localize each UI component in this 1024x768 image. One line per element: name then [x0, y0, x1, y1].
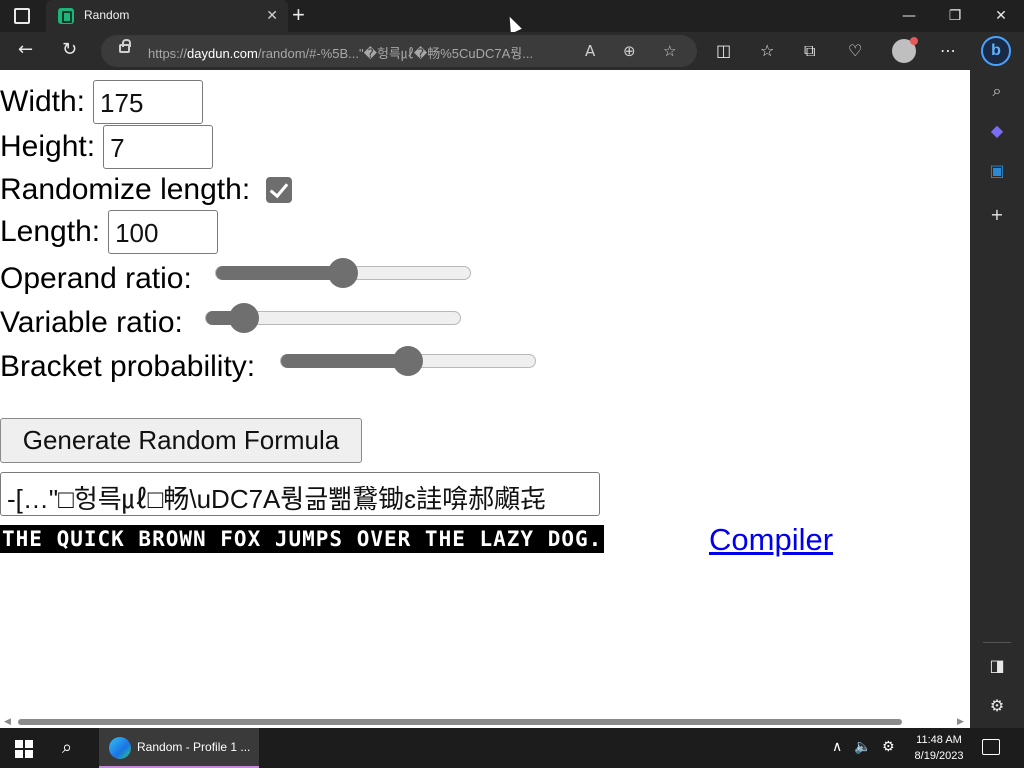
page-content: Width: 175 Height: 7 Randomize length: Len… [0, 70, 970, 716]
lock-icon[interactable] [119, 39, 131, 53]
variable-ratio-slider[interactable] [205, 303, 461, 333]
tab-actions-icon[interactable] [14, 8, 30, 24]
search-icon[interactable]: ⌕ [986, 80, 1008, 102]
length-input[interactable]: 100 [108, 210, 219, 254]
length-row: Length: 100 [0, 210, 219, 254]
variable-ratio-label: Variable ratio: [0, 306, 183, 340]
settings-icon[interactable]: ⚙ [986, 695, 1008, 717]
edge-sidebar: ⌕ ◆ ▣ + ◨ ⚙ [970, 70, 1024, 728]
tray-settings-icon[interactable]: ⚙ [882, 739, 895, 755]
randomize-label: Randomize length: [0, 173, 251, 207]
refresh-icon[interactable]: ↻ [62, 40, 77, 60]
taskbar-search-icon[interactable]: ⌕ [62, 737, 72, 758]
url-text: https://daydun.com/random/#-%5B..."�헝륵㎕�… [148, 43, 568, 62]
new-tab-button[interactable]: + [292, 3, 305, 27]
profile-avatar[interactable] [892, 37, 918, 63]
taskbar-app-label: Random - Profile 1 ... [137, 740, 251, 754]
operand-ratio-slider[interactable] [215, 258, 471, 288]
windows-taskbar: ⌕ Random - Profile 1 ... ∧ 🔈 ⚙ 11:48 AM … [0, 728, 1024, 768]
read-aloud-icon[interactable]: A [585, 42, 595, 60]
clock-time: 11:48 AM [916, 734, 962, 746]
copilot-icon[interactable]: ◆ [986, 120, 1008, 142]
add-icon[interactable]: + [986, 204, 1008, 226]
scrollbar-thumb[interactable] [18, 719, 902, 725]
width-label: Width: [0, 85, 86, 118]
favorites-icon[interactable]: ☆ [760, 41, 774, 61]
url-prefix: https:// [148, 46, 188, 61]
back-icon[interactable]: ← [18, 40, 33, 60]
font-preview-pangram: THE QUICK BROWN FOX JUMPS OVER THE LAZY … [0, 525, 605, 553]
address-bar[interactable]: https://daydun.com/random/#-%5B..."�헝륵㎕�… [101, 35, 697, 67]
browser-toolbar: ← ↻ https://daydun.com/random/#-%5B..."�… [0, 32, 1024, 70]
width-row: Width: 175 [0, 80, 204, 124]
edge-icon [109, 737, 131, 759]
site-favicon-icon [58, 8, 74, 24]
operand-ratio-thumb[interactable] [328, 258, 358, 288]
compiler-link[interactable]: Compiler [709, 522, 833, 558]
mouse-cursor-icon [504, 14, 522, 34]
sidebar-divider [983, 642, 1011, 643]
zoom-icon[interactable]: ⊕ [623, 42, 636, 60]
horizontal-scrollbar[interactable]: ◀ ▶ [0, 716, 970, 728]
bracket-probability-label: Bracket probability: [0, 350, 256, 384]
generate-formula-button[interactable]: Generate Random Formula [0, 418, 362, 463]
clock-date: 8/19/2023 [914, 750, 964, 762]
taskbar-clock[interactable]: 11:48 AM 8/19/2023 [906, 732, 972, 764]
operand-ratio-row: Operand ratio: [0, 261, 192, 296]
length-label: Length: [0, 215, 101, 248]
bracket-probability-slider[interactable] [280, 346, 536, 376]
tab-title: Random [84, 8, 130, 22]
height-input[interactable]: 7 [103, 125, 214, 169]
operand-ratio-label: Operand ratio: [0, 262, 192, 296]
notification-icon[interactable] [982, 739, 1000, 755]
randomize-row: Randomize length: [0, 172, 293, 207]
taskbar-edge-app[interactable]: Random - Profile 1 ... [99, 728, 259, 768]
collections-icon[interactable]: ⧉ [804, 41, 815, 61]
tray-overflow-icon[interactable]: ∧ [832, 739, 842, 755]
title-bar: Random ✕ + — ❐ ✕ [0, 0, 1024, 34]
bracket-probability-row: Bracket probability: [0, 349, 255, 384]
height-row: Height: 7 [0, 125, 214, 169]
width-input[interactable]: 175 [93, 80, 204, 124]
variable-ratio-thumb[interactable] [229, 303, 259, 333]
height-label: Height: [0, 130, 96, 163]
restore-button[interactable]: ❐ [945, 6, 965, 26]
browser-tab[interactable]: Random ✕ [46, 0, 288, 32]
formula-output-field[interactable]: -[…"□헝륵㎕□畅\uDC7A뤙긂뾂鵞锄ɛ詿啽郝顑㐂 [0, 472, 600, 516]
scroll-left-icon[interactable]: ◀ [4, 716, 11, 728]
close-window-button[interactable]: ✕ [991, 6, 1011, 26]
bracket-probability-thumb[interactable] [393, 346, 423, 376]
operand-ratio-fill [216, 266, 343, 280]
bracket-probability-fill [281, 354, 408, 368]
url-domain: daydun.com [187, 46, 258, 61]
url-path: /random/#-%5B..."�헝륵㎕�畅%5CuDC7A뤙... [257, 46, 534, 61]
windows-start-icon[interactable] [15, 740, 33, 758]
bing-copilot-icon[interactable]: b [981, 36, 1011, 66]
variable-ratio-row: Variable ratio: [0, 305, 183, 340]
more-options-icon[interactable]: ⋯ [940, 41, 956, 61]
split-screen-icon[interactable]: ◫ [716, 41, 731, 61]
scroll-right-icon[interactable]: ▶ [957, 716, 964, 728]
randomize-checkbox[interactable] [266, 177, 293, 204]
minimize-button[interactable]: — [899, 6, 919, 26]
favorite-star-icon[interactable]: ☆ [663, 42, 676, 60]
outlook-icon[interactable]: ▣ [986, 160, 1008, 182]
sidebar-toggle-icon[interactable]: ◨ [986, 655, 1008, 677]
tab-close-icon[interactable]: ✕ [266, 7, 278, 24]
browser-essentials-icon[interactable]: ♡ [848, 41, 862, 61]
volume-icon[interactable]: 🔈 [854, 739, 871, 755]
